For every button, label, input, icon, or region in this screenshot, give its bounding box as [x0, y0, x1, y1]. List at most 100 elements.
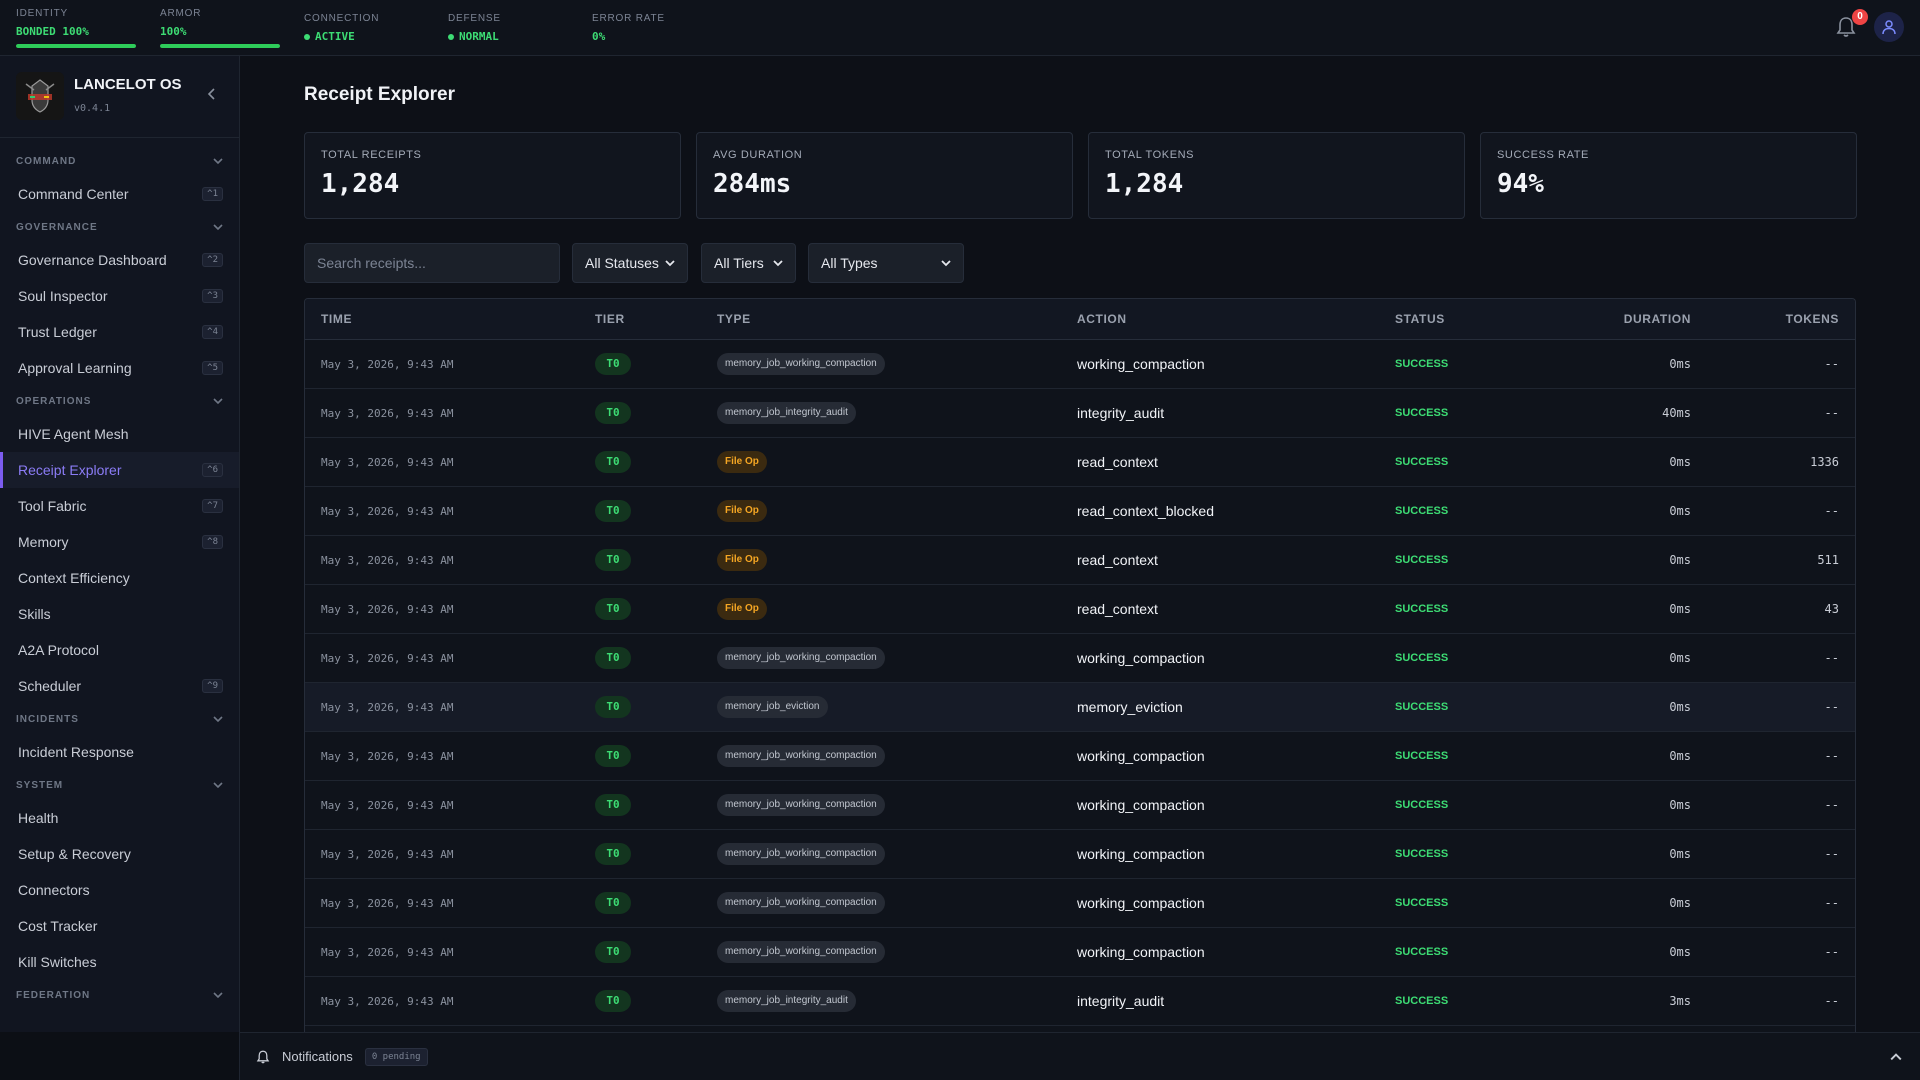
sidebar-section-command[interactable]: COMMAND [0, 146, 239, 176]
sidebar-item-memory[interactable]: Memory ^8 [0, 524, 239, 560]
table-row[interactable]: May 3, 2026, 9:43 AM T0 memory_job_working… [305, 634, 1855, 683]
table-row[interactable]: May 3, 2026, 9:43 AM T0 File Op read_contex… [305, 487, 1855, 536]
cell-tier: T0 [595, 990, 717, 1012]
table-row[interactable]: May 3, 2026, 9:43 AM T0 memory_job_working… [305, 830, 1855, 879]
sidebar-section-system[interactable]: SYSTEM [0, 770, 239, 800]
cell-duration: 0ms [1669, 798, 1691, 812]
type-badge: File Op [717, 598, 767, 620]
type-filter-select[interactable]: All Types [808, 243, 964, 283]
page-title: Receipt Explorer [304, 84, 455, 105]
cell-action: memory_eviction [1077, 699, 1183, 715]
cell-tokens: 511 [1817, 553, 1839, 567]
sidebar-item-context-efficiency[interactable]: Context Efficiency [0, 560, 239, 596]
status-filter-value: All Statuses [585, 255, 659, 271]
cell-tier: T0 [595, 647, 717, 669]
shortcut-badge: ^9 [202, 679, 223, 693]
table-row[interactable]: May 3, 2026, 9:43 AM T0 memory_job_evictio… [305, 683, 1855, 732]
column-header-type[interactable]: TYPE [717, 312, 1077, 326]
column-header-time[interactable]: TIME [305, 312, 595, 326]
table-body: May 3, 2026, 9:43 AM T0 memory_job_working… [305, 340, 1855, 1026]
cell-action: integrity_audit [1077, 993, 1165, 1009]
sidebar-item-setup-recovery[interactable]: Setup & Recovery [0, 836, 239, 872]
table-row[interactable]: May 3, 2026, 9:43 AM T0 memory_job_integri… [305, 977, 1855, 1026]
tier-filter-select[interactable]: All Tiers [701, 243, 796, 283]
table-row[interactable]: May 3, 2026, 9:43 AM T0 File Op read_contex… [305, 438, 1855, 487]
armor-metric: ARMOR 100% [160, 8, 280, 48]
cell-status: SUCCESS [1395, 652, 1449, 664]
sidebar-item-skills[interactable]: Skills [0, 596, 239, 632]
stat-label: TOTAL TOKENS [1105, 149, 1195, 161]
sidebar-item-label: Skills [18, 606, 51, 622]
connection-value: ACTIVE [315, 30, 355, 43]
sidebar-section-governance[interactable]: GOVERNANCE [0, 212, 239, 242]
sidebar-item-label: Governance Dashboard [18, 252, 167, 268]
sidebar-item-trust-ledger[interactable]: Trust Ledger ^4 [0, 314, 239, 350]
tier-badge: T0 [595, 402, 631, 424]
chevron-up-icon[interactable] [1890, 1051, 1902, 1063]
table-row[interactable]: May 3, 2026, 9:43 AM T0 memory_job_working… [305, 781, 1855, 830]
column-header-tier[interactable]: TIER [595, 312, 717, 326]
chevron-left-icon[interactable] [204, 86, 220, 102]
sidebar-item-tool-fabric[interactable]: Tool Fabric ^7 [0, 488, 239, 524]
cell-action: working_compaction [1077, 356, 1205, 372]
cell-action: working_compaction [1077, 650, 1205, 666]
receipts-table: TIME TIER TYPE ACTION STATUS DURATION TO… [304, 298, 1856, 1032]
sidebar-item-connectors[interactable]: Connectors [0, 872, 239, 908]
sidebar-item-command-center[interactable]: Command Center ^1 [0, 176, 239, 212]
chevron-down-icon [213, 716, 223, 723]
search-input[interactable] [304, 243, 560, 283]
sidebar-section-operations[interactable]: OPERATIONS [0, 386, 239, 416]
table-row[interactable]: May 3, 2026, 9:43 AM T0 File Op read_contex… [305, 536, 1855, 585]
notifications-bar[interactable]: Notifications 0 pending [240, 1032, 1920, 1080]
column-header-duration[interactable]: DURATION [1545, 312, 1691, 326]
sidebar-item-governance-dashboard[interactable]: Governance Dashboard ^2 [0, 242, 239, 278]
sidebar-item-approval-learning[interactable]: Approval Learning ^5 [0, 350, 239, 386]
sidebar-item-soul-inspector[interactable]: Soul Inspector ^3 [0, 278, 239, 314]
cell-time: May 3, 2026, 9:43 AM [321, 455, 454, 469]
type-badge: File Op [717, 451, 767, 473]
table-row[interactable]: May 3, 2026, 9:43 AM T0 memory_job_working… [305, 340, 1855, 389]
cell-action: read_context [1077, 552, 1158, 568]
type-badge: memory_job_working_compaction [717, 647, 885, 669]
table-row[interactable]: May 3, 2026, 9:43 AM T0 memory_job_working… [305, 732, 1855, 781]
sidebar-item-receipt-explorer[interactable]: Receipt Explorer ^6 [0, 452, 239, 488]
cell-action: working_compaction [1077, 895, 1205, 911]
shortcut-badge: ^5 [202, 361, 223, 375]
stat-value: 284ms [713, 169, 792, 199]
sidebar-section-label: GOVERNANCE [16, 221, 98, 233]
table-row[interactable]: May 3, 2026, 9:43 AM T0 memory_job_integri… [305, 389, 1855, 438]
sidebar-item-incident-response[interactable]: Incident Response [0, 734, 239, 770]
cell-type: memory_job_integrity_audit [717, 402, 1077, 424]
sidebar-item-a2a-protocol[interactable]: A2A Protocol [0, 632, 239, 668]
stat-label: TOTAL RECEIPTS [321, 149, 422, 161]
sidebar-item-label: A2A Protocol [18, 642, 99, 658]
status-filter-select[interactable]: All Statuses [572, 243, 688, 283]
sidebar-section-federation[interactable]: FEDERATION [0, 980, 239, 1010]
user-avatar[interactable] [1874, 12, 1904, 42]
tier-badge: T0 [595, 941, 631, 963]
sidebar-item-scheduler[interactable]: Scheduler ^9 [0, 668, 239, 704]
sidebar-item-kill-switches[interactable]: Kill Switches [0, 944, 239, 980]
cell-type: memory_job_working_compaction [717, 647, 1077, 669]
cell-time: May 3, 2026, 9:43 AM [321, 896, 454, 910]
sidebar-item-health[interactable]: Health [0, 800, 239, 836]
type-badge: memory_job_working_compaction [717, 794, 885, 816]
chevron-down-icon [213, 782, 223, 789]
sidebar-item-label: Context Efficiency [18, 570, 130, 586]
column-header-action[interactable]: ACTION [1077, 312, 1395, 326]
table-row[interactable]: May 3, 2026, 9:43 AM T0 memory_job_working… [305, 928, 1855, 977]
sidebar-section-incidents[interactable]: INCIDENTS [0, 704, 239, 734]
sidebar-item-hive-agent-mesh[interactable]: HIVE Agent Mesh [0, 416, 239, 452]
table-row[interactable]: May 3, 2026, 9:43 AM T0 File Op read_contex… [305, 585, 1855, 634]
column-header-status[interactable]: STATUS [1395, 312, 1545, 326]
sidebar-item-label: Command Center [18, 186, 129, 202]
column-header-tokens[interactable]: TOKENS [1691, 312, 1855, 326]
stat-success-rate: SUCCESS RATE 94% [1480, 132, 1857, 219]
table-row[interactable]: May 3, 2026, 9:43 AM T0 memory_job_working… [305, 879, 1855, 928]
sidebar-item-cost-tracker[interactable]: Cost Tracker [0, 908, 239, 944]
chevron-down-icon [213, 158, 223, 165]
cell-type: memory_job_working_compaction [717, 843, 1077, 865]
cell-duration: 0ms [1669, 504, 1691, 518]
cell-type: memory_job_working_compaction [717, 745, 1077, 767]
sidebar-item-label: HIVE Agent Mesh [18, 426, 129, 442]
